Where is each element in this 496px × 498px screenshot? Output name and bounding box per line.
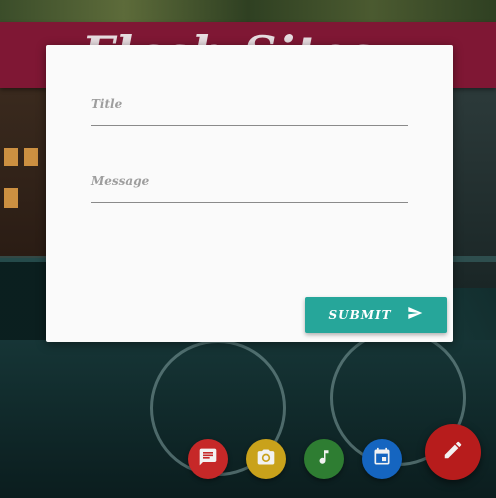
message-icon xyxy=(198,447,218,471)
post-form-card: Title Message SUBMIT xyxy=(46,45,453,342)
background-house-left xyxy=(0,88,46,258)
message-field-underline xyxy=(91,202,408,203)
music-fab[interactable] xyxy=(304,439,344,479)
message-fab[interactable] xyxy=(188,439,228,479)
submit-button[interactable]: SUBMIT xyxy=(305,297,447,333)
background-window xyxy=(4,188,18,208)
background-window xyxy=(4,148,18,166)
send-icon xyxy=(406,305,424,325)
camera-icon xyxy=(255,447,277,471)
background-window xyxy=(24,148,38,166)
message-field-label: Message xyxy=(91,174,150,188)
title-field[interactable]: Title xyxy=(91,97,408,126)
message-field[interactable]: Message xyxy=(91,174,408,203)
title-field-label: Title xyxy=(91,97,123,111)
title-field-underline xyxy=(91,125,408,126)
calendar-icon xyxy=(372,447,392,471)
music-note-icon xyxy=(315,447,333,471)
calendar-fab[interactable] xyxy=(362,439,402,479)
camera-fab[interactable] xyxy=(246,439,286,479)
pencil-icon xyxy=(442,439,464,465)
compose-fab[interactable] xyxy=(425,424,481,480)
submit-label: SUBMIT xyxy=(328,308,392,322)
